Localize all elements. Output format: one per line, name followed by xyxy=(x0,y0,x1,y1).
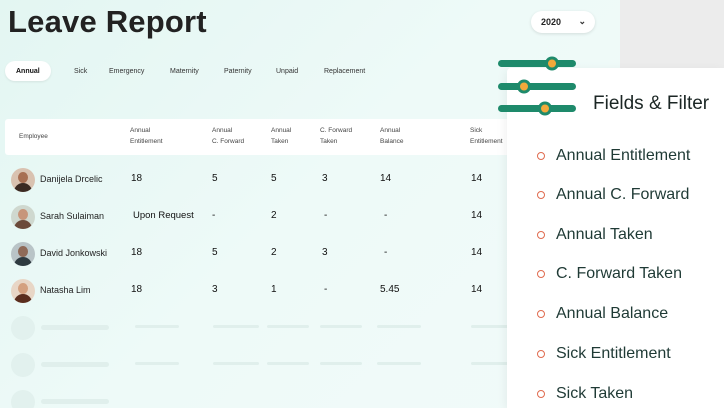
table-row[interactable]: David Jonkowski 18 5 2 3 - 14 xyxy=(5,236,510,272)
employee-name: David Jonkowski xyxy=(40,248,108,258)
avatar xyxy=(11,242,35,266)
tab-unpaid[interactable]: Unpaid xyxy=(276,61,298,81)
column-header-employee[interactable]: Employee xyxy=(19,131,48,142)
cell-annual-cforward: - xyxy=(212,210,216,221)
column-header-cforward-taken[interactable]: C. Forward Taken xyxy=(320,125,352,147)
table-row[interactable]: Sarah Sulaiman Upon Request - 2 - - 14 xyxy=(5,199,510,235)
cell-sick-entitlement: 14 xyxy=(471,210,483,221)
employee-name: Sarah Sulaiman xyxy=(40,211,105,221)
page-title: Leave Report xyxy=(8,4,207,39)
cell-annual-taken: 2 xyxy=(271,247,277,258)
skeleton-row xyxy=(5,387,510,408)
column-header-sick-entitlement[interactable]: Sick Entitlement xyxy=(470,125,503,147)
cell-annual-cforward: 5 xyxy=(212,247,218,258)
skeleton-row xyxy=(5,350,511,380)
cell-annual-entitlement: 18 xyxy=(131,247,143,258)
circle-bullet-icon xyxy=(537,350,545,358)
sliders-icon[interactable] xyxy=(498,54,580,118)
table-row[interactable]: Danijela Drcelic 18 5 5 3 14 14 xyxy=(5,162,510,198)
column-header-annual-taken[interactable]: Annual Taken xyxy=(271,125,291,147)
field-option-annual-entitlement[interactable]: Annual Entitlement xyxy=(537,145,690,167)
cell-annual-balance: - xyxy=(384,210,388,221)
cell-annual-cforward: 3 xyxy=(212,284,218,295)
cell-annual-cforward: 5 xyxy=(212,173,218,184)
field-option-cforward-taken[interactable]: C. Forward Taken xyxy=(537,263,682,285)
cell-annual-taken: 1 xyxy=(271,284,277,295)
table-header: Employee Annual Entitlement Annual C. Forw… xyxy=(5,119,510,155)
table-row[interactable]: Natasha Lim 18 3 1 - 5.45 14 xyxy=(5,273,510,309)
column-header-annual-cforward[interactable]: Annual C. Forward xyxy=(212,125,244,147)
cell-annual-entitlement: 18 xyxy=(131,173,143,184)
circle-bullet-icon xyxy=(537,231,545,239)
circle-bullet-icon xyxy=(537,390,545,398)
circle-bullet-icon xyxy=(537,310,545,318)
chevron-down-icon: ⌄ xyxy=(578,16,586,26)
employee-name: Natasha Lim xyxy=(40,285,91,295)
cell-cforward-taken: 3 xyxy=(322,247,328,258)
tab-emergency[interactable]: Emergency xyxy=(109,61,144,81)
cell-annual-balance: 14 xyxy=(380,173,392,184)
tab-maternity[interactable]: Maternity xyxy=(170,61,199,81)
cell-sick-entitlement: 14 xyxy=(471,284,483,295)
field-option-annual-taken[interactable]: Annual Taken xyxy=(537,224,653,246)
circle-bullet-icon xyxy=(537,152,545,160)
cell-annual-entitlement: 18 xyxy=(131,284,143,295)
avatar xyxy=(11,205,35,229)
cell-cforward-taken: 3 xyxy=(322,173,328,184)
tab-paternity[interactable]: Paternity xyxy=(224,61,252,81)
avatar xyxy=(11,168,35,192)
field-option-annual-cforward[interactable]: Annual C. Forward xyxy=(537,184,689,206)
column-header-annual-entitlement[interactable]: Annual Entitlement xyxy=(130,125,163,147)
circle-bullet-icon xyxy=(537,191,545,199)
cell-annual-balance: - xyxy=(384,247,388,258)
cell-annual-taken: 2 xyxy=(271,210,277,221)
panel-title: Fields & Filter xyxy=(593,93,710,114)
cell-annual-taken: 5 xyxy=(271,173,277,184)
cell-cforward-taken: - xyxy=(324,210,328,221)
year-selector[interactable]: 2020 ⌄ xyxy=(531,11,595,33)
tab-sick[interactable]: Sick xyxy=(74,61,87,81)
tab-annual[interactable]: Annual xyxy=(5,61,51,81)
tab-replacement[interactable]: Replacement xyxy=(324,61,365,81)
employee-name: Danijela Drcelic xyxy=(40,174,103,184)
field-option-sick-taken[interactable]: Sick Taken xyxy=(537,383,633,405)
background-panel-corner xyxy=(620,0,724,70)
cell-annual-entitlement: Upon Request xyxy=(133,210,194,221)
circle-bullet-icon xyxy=(537,270,545,278)
cell-annual-balance: 5.45 xyxy=(380,284,400,295)
column-header-annual-balance[interactable]: Annual Balance xyxy=(380,125,404,147)
field-option-sick-entitlement[interactable]: Sick Entitlement xyxy=(537,343,671,365)
cell-sick-entitlement: 14 xyxy=(471,173,483,184)
avatar xyxy=(11,279,35,303)
year-selector-value: 2020 xyxy=(541,17,562,27)
cell-sick-entitlement: 14 xyxy=(471,247,483,258)
cell-cforward-taken: - xyxy=(324,284,328,295)
field-option-annual-balance[interactable]: Annual Balance xyxy=(537,303,668,325)
fields-filter-panel: Fields & Filter Annual Entitlement Annua… xyxy=(507,68,724,408)
skeleton-row xyxy=(5,313,511,343)
